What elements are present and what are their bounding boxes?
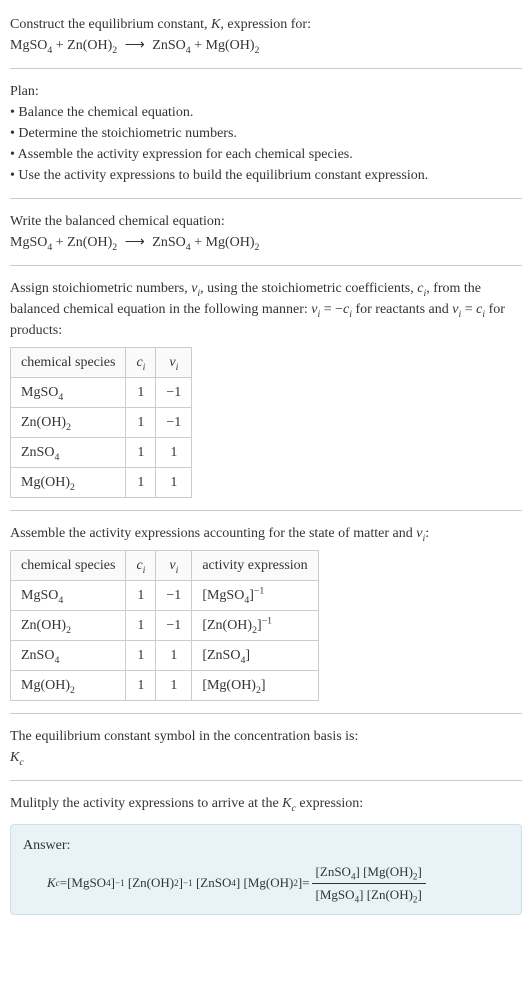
kc-symbol-text: The equilibrium constant symbol in the c… (10, 726, 522, 747)
col-vi: νi (156, 348, 192, 378)
table-row: Zn(OH)21−1[Zn(OH)2]−1 (11, 611, 319, 641)
table-header-row: chemical species ci νi (11, 348, 192, 378)
answer-label: Answer: (23, 835, 509, 856)
plan-item: • Use the activity expressions to build … (10, 165, 522, 186)
divider (10, 68, 522, 69)
table-row: MgSO41−1[MgSO4]−1 (11, 581, 319, 611)
divider (10, 780, 522, 781)
table-row: Mg(OH)211 (11, 468, 192, 498)
table-row: Zn(OH)21−1 (11, 408, 192, 438)
numerator: [ZnSO4] [Mg(OH)2] (312, 862, 426, 883)
plan-item: • Assemble the activity expression for e… (10, 144, 522, 165)
table-row: MgSO41−1 (11, 378, 192, 408)
answer-box: Answer: Kc = [MgSO4]−1 [Zn(OH)2]−1 [ZnSO… (10, 824, 522, 915)
fraction: [ZnSO4] [Mg(OH)2] [MgSO4] [Zn(OH)2] (312, 862, 426, 904)
col-species: chemical species (11, 551, 126, 581)
intro: Construct the equilibrium constant, K, e… (10, 8, 522, 62)
col-activity: activity expression (192, 551, 318, 581)
intro-suffix: , expression for: (220, 17, 311, 32)
reaction-arrow-icon: ⟶ (121, 235, 149, 250)
activity-table: chemical species ci νi activity expressi… (10, 550, 319, 701)
col-ci: ci (126, 348, 156, 378)
intro-text: Construct the equilibrium constant, (10, 17, 211, 32)
balanced-equation: Write the balanced chemical equation: Mg… (10, 205, 522, 259)
assemble-activity: Assemble the activity expressions accoun… (10, 517, 522, 707)
plan-title: Plan: (10, 81, 522, 102)
col-ci: ci (126, 551, 156, 581)
divider (10, 713, 522, 714)
divider (10, 510, 522, 511)
equation-unbalanced: MgSO4 + Zn(OH)2 ⟶ ZnSO4 + Mg(OH)2 (10, 38, 259, 53)
table-row: Mg(OH)211[Mg(OH)2] (11, 671, 319, 701)
divider (10, 265, 522, 266)
stoich-table: chemical species ci νi MgSO41−1 Zn(OH)21… (10, 347, 192, 498)
divider (10, 198, 522, 199)
kc-symbol: The equilibrium constant symbol in the c… (10, 720, 522, 774)
kc-var: Kc (10, 747, 522, 768)
balanced-label: Write the balanced chemical equation: (10, 211, 522, 232)
multiply-section: Mulitply the activity expressions to arr… (10, 787, 522, 820)
k-var: K (211, 17, 220, 32)
col-species: chemical species (11, 348, 126, 378)
assign-stoich: Assign stoichiometric numbers, νi, using… (10, 272, 522, 504)
table-header-row: chemical species ci νi activity expressi… (11, 551, 319, 581)
table-row: ZnSO411[ZnSO4] (11, 641, 319, 671)
kc-expression: Kc = [MgSO4]−1 [Zn(OH)2]−1 [ZnSO4] [Mg(O… (23, 862, 509, 904)
reaction-arrow-icon: ⟶ (121, 38, 149, 53)
equation-balanced: MgSO4 + Zn(OH)2 ⟶ ZnSO4 + Mg(OH)2 (10, 235, 259, 250)
denominator: [MgSO4] [Zn(OH)2] (312, 883, 426, 905)
table-row: ZnSO411 (11, 438, 192, 468)
col-vi: νi (156, 551, 192, 581)
plan-item: • Determine the stoichiometric numbers. (10, 123, 522, 144)
plan-item: • Balance the chemical equation. (10, 102, 522, 123)
plan: Plan: • Balance the chemical equation. •… (10, 75, 522, 192)
